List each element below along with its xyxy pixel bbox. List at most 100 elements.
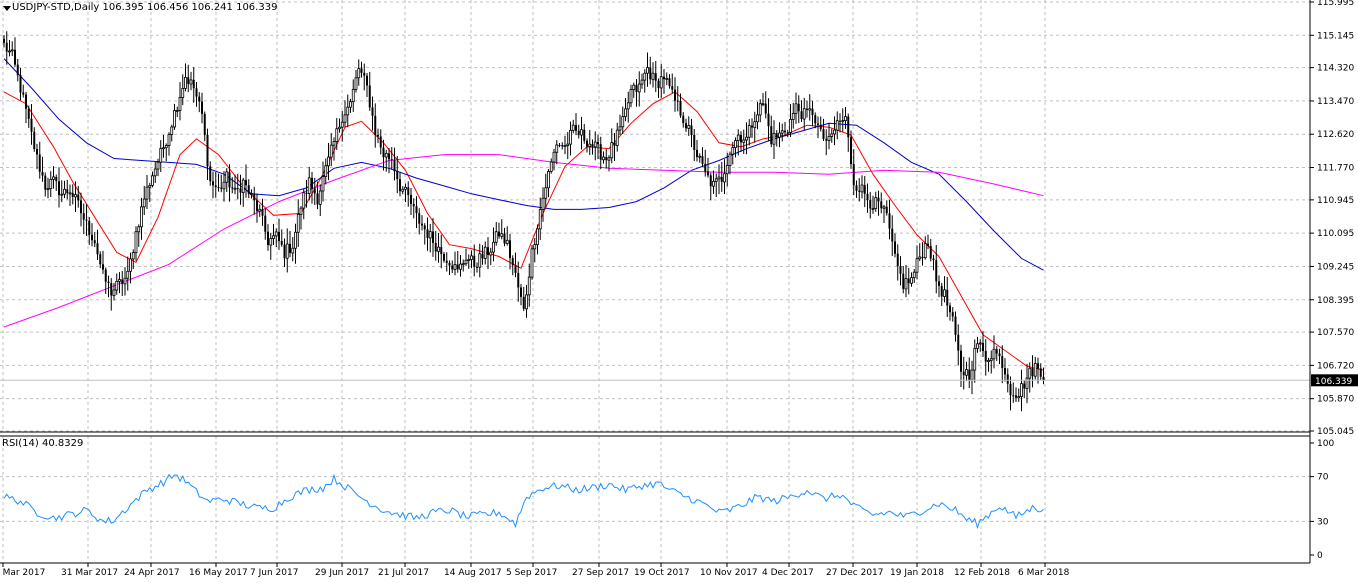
- time-axis-labels: 9 Mar 2017 31 Mar 2017 24 Apr 2017 16 May 2…: [0, 563, 1070, 578]
- candle-body-down: [19, 75, 22, 93]
- candle-body-down: [960, 350, 962, 372]
- candle-body-down: [371, 107, 374, 116]
- candle-body-down: [214, 185, 217, 188]
- candle-body-down: [66, 189, 69, 194]
- candle-body-down: [704, 163, 707, 172]
- candle-body-up: [992, 348, 996, 360]
- candle-body-down: [102, 264, 104, 270]
- candle-body-up: [346, 106, 350, 116]
- candle-body-down: [649, 67, 652, 80]
- candle-body-up: [527, 276, 531, 296]
- price-axis-label: 115.995: [1317, 0, 1354, 8]
- candle-body-down: [938, 281, 940, 286]
- candle-body-down: [25, 94, 27, 109]
- candle-body-down: [599, 144, 602, 160]
- candle-body-up: [68, 192, 72, 195]
- time-axis-label: 19 Jan 2018: [890, 568, 944, 578]
- candle-body-down: [104, 269, 107, 282]
- candle-body-up: [629, 89, 633, 104]
- candle-body-up: [318, 190, 322, 205]
- candle-body-down: [891, 228, 894, 242]
- candle-body-down: [206, 134, 209, 167]
- candle-body-down: [1023, 383, 1026, 389]
- candle-body-down: [209, 166, 212, 182]
- candle-body-up: [624, 108, 627, 117]
- candle-body-down: [393, 160, 396, 172]
- candle-body-down: [311, 177, 313, 189]
- candle-body-up: [904, 278, 908, 290]
- candle-body-down: [231, 187, 234, 189]
- candle-body-up: [321, 176, 325, 192]
- candle-body-up: [118, 279, 121, 282]
- time-axis-label: 5 Sep 2017: [506, 568, 557, 578]
- candle-body-down: [767, 113, 770, 127]
- candle-body-up: [910, 277, 913, 284]
- candle-body-up: [571, 124, 575, 131]
- candle-body-up: [173, 110, 176, 128]
- candle-body-down: [1009, 383, 1012, 396]
- candle-body-down: [866, 193, 869, 201]
- candle-body-up: [145, 186, 149, 200]
- candle-body-down: [605, 157, 608, 161]
- candle-body-down: [195, 88, 198, 97]
- candle-body-down: [940, 285, 943, 297]
- candle-body-down: [1006, 374, 1009, 384]
- chart-canvas[interactable]: 115.995 115.145 114.320 113.470 112.620 111.7…: [0, 0, 1358, 583]
- candle-body-up: [943, 289, 946, 297]
- candle-body-down: [863, 185, 866, 194]
- rsi-axis-labels: 100 70 30 0: [1310, 439, 1334, 561]
- candle-body-down: [984, 351, 987, 362]
- candle-body-down: [896, 253, 899, 267]
- candle-body-up: [505, 239, 509, 244]
- candle-body-up: [222, 181, 226, 190]
- candle-body-down: [597, 142, 599, 145]
- time-axis-label: 14 Aug 2017: [444, 568, 502, 578]
- candle-body-down: [764, 103, 767, 114]
- candle-body-up: [478, 253, 482, 268]
- candle-body-down: [577, 130, 580, 136]
- candle-body-down: [685, 123, 687, 129]
- candle-body-up: [349, 101, 352, 108]
- candle-body-up: [178, 97, 182, 111]
- candle-body-down: [902, 273, 905, 289]
- candle-body-up: [780, 130, 784, 134]
- candle-body-down: [819, 124, 822, 130]
- candle-body-up: [698, 155, 702, 158]
- candle-body-up: [731, 147, 735, 155]
- candle-body-down: [278, 231, 280, 242]
- candle-body-up: [483, 246, 487, 259]
- candle-body-down: [954, 316, 957, 335]
- candle-body-down: [41, 171, 44, 176]
- candle-body-down: [935, 260, 938, 282]
- candle-body-down: [80, 200, 82, 214]
- collapse-triangle-icon[interactable]: [3, 6, 11, 11]
- candle-body-down: [962, 371, 965, 376]
- candle-body-up: [563, 145, 567, 147]
- candle-body-up: [470, 255, 473, 260]
- candle-body-up: [115, 280, 119, 291]
- chart-window: 115.995 115.145 114.320 113.470 112.620 111.7…: [0, 0, 1358, 583]
- candle-body-up: [643, 72, 647, 81]
- price-axis-label: 113.470: [1317, 97, 1354, 107]
- candle-body-down: [806, 108, 808, 111]
- candle-body-up: [241, 179, 245, 194]
- candle-body-down: [228, 171, 231, 188]
- candle-body-down: [671, 86, 674, 90]
- candle-body-up: [530, 248, 534, 278]
- candle-body-down: [522, 296, 525, 309]
- candle-body-down: [93, 240, 96, 244]
- candle-body-down: [476, 266, 478, 268]
- candle-body-up: [46, 188, 50, 191]
- candle-body-down: [847, 116, 850, 138]
- candle-body-down: [907, 278, 910, 284]
- candle-body-up: [632, 84, 636, 90]
- candle-body-down: [693, 134, 696, 150]
- candle-body-up: [827, 135, 831, 142]
- candle-body-up: [153, 168, 157, 177]
- candle-body-down: [418, 213, 421, 224]
- candle-body-up: [49, 178, 53, 190]
- candle-body-down: [99, 254, 102, 265]
- candle-body-up: [580, 129, 583, 136]
- candle-body-up: [294, 231, 297, 249]
- candle-body-up: [123, 277, 127, 285]
